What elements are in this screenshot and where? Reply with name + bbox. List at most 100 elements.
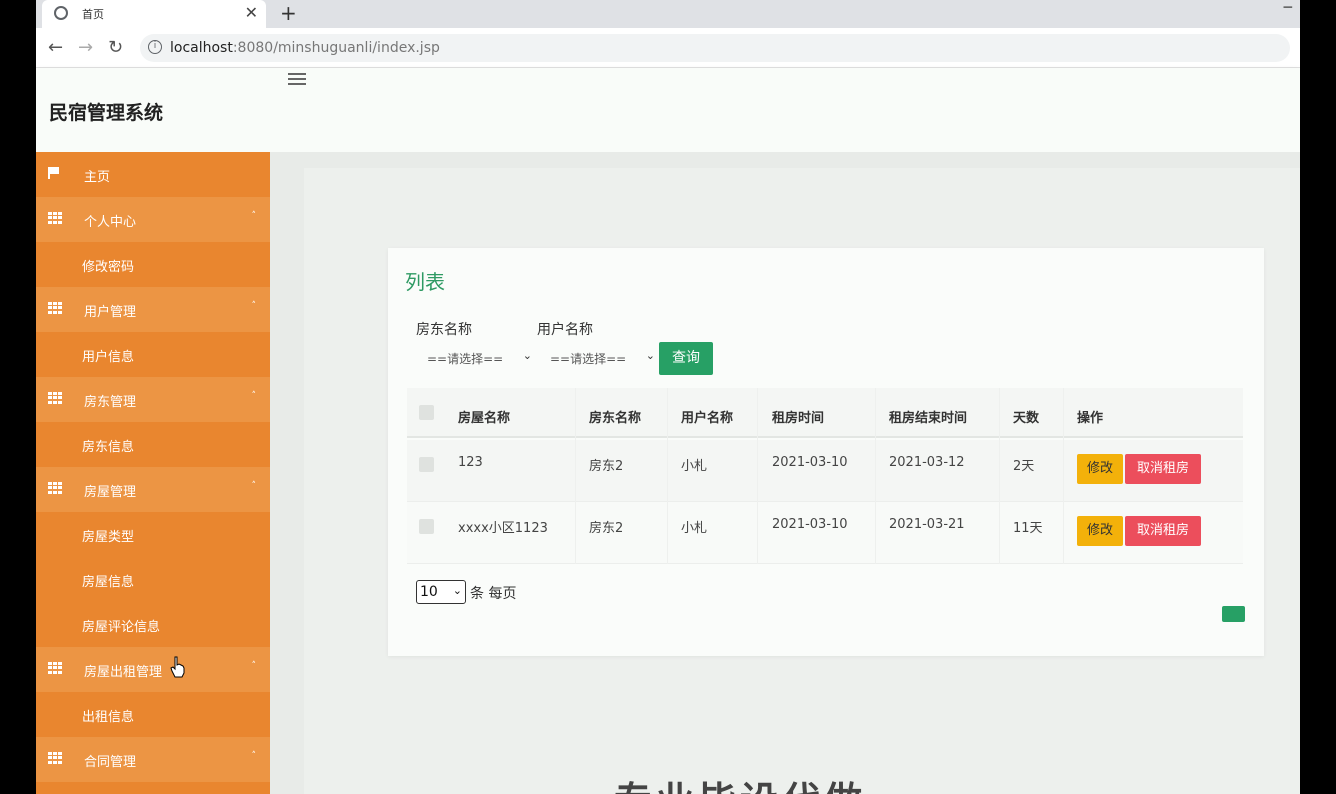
column-divider bbox=[875, 388, 876, 564]
sidebar-subitem[interactable]: 用户信息 bbox=[36, 332, 270, 377]
sidebar-group[interactable]: ˄ 合同管理 bbox=[36, 737, 270, 782]
page-size-select[interactable]: 10 ⌄ bbox=[416, 580, 466, 604]
url-text: localhost:8080/minshuguanli/index.jsp bbox=[170, 40, 440, 56]
sidebar-item-label: 房东管理 bbox=[84, 395, 137, 410]
cell-user-name: 小札 bbox=[681, 521, 708, 536]
chevron-up-icon: ˄ bbox=[251, 391, 257, 401]
app-header: 民宿管理系统 bbox=[36, 68, 1300, 152]
watermark-text: 专业毕设代做 bbox=[614, 770, 866, 794]
column-divider bbox=[1063, 388, 1064, 564]
table-header: 房屋名称 房东名称 用户名称 租房时间 租房结束时间 天数 操作 bbox=[407, 388, 1243, 438]
user-select[interactable]: ==请选择== ⌄ bbox=[539, 344, 659, 372]
landlord-filter-label: 房东名称 bbox=[416, 322, 472, 338]
search-button[interactable]: 查询 bbox=[659, 342, 713, 375]
forward-icon[interactable]: → bbox=[78, 37, 93, 58]
cell-landlord-name: 房东2 bbox=[589, 459, 624, 474]
card-title: 列表 bbox=[405, 270, 445, 294]
cancel-rental-button[interactable]: 取消租房 bbox=[1125, 516, 1201, 546]
left-frame bbox=[0, 0, 36, 794]
url-path: :8080/minshuguanli/index.jsp bbox=[232, 40, 440, 56]
sidebar-group[interactable]: ˄ 房屋出租管理 bbox=[36, 647, 270, 692]
browser-tab[interactable]: 首页 ✕ bbox=[42, 0, 266, 28]
cancel-rental-button[interactable]: 取消租房 bbox=[1125, 454, 1201, 484]
right-frame bbox=[1300, 0, 1336, 794]
sidebar-item-label: 房屋评论信息 bbox=[82, 620, 161, 635]
chevron-up-icon: ˄ bbox=[251, 751, 257, 761]
sidebar-group[interactable]: ˄ 房东管理 bbox=[36, 377, 270, 422]
row-checkbox[interactable] bbox=[419, 457, 434, 472]
cell-landlord-name: 房东2 bbox=[589, 521, 624, 536]
sidebar-group[interactable]: ˄ 房屋管理 bbox=[36, 467, 270, 512]
sidebar-item-label: 个人中心 bbox=[84, 215, 137, 230]
sidebar-subitem[interactable]: 修改密码 bbox=[36, 242, 270, 287]
cell-rent-start: 2021-03-10 bbox=[772, 455, 848, 470]
sidebar-item-label: 出租信息 bbox=[82, 710, 135, 725]
header-rent-start: 租房时间 bbox=[772, 411, 825, 426]
sidebar-item-home[interactable]: 主页 bbox=[36, 152, 270, 197]
sidebar: 主页 ˄ 个人中心 修改密码 ˄ 用户管理 用户信息 ˄ 房东管理 房东信息 ˄ 房屋管理 房屋类型 房屋… bbox=[36, 152, 270, 794]
grid-icon bbox=[48, 392, 62, 404]
cell-rent-end: 2021-03-21 bbox=[889, 517, 965, 532]
sidebar-subitem[interactable]: 出租信息 bbox=[36, 692, 270, 737]
column-divider bbox=[757, 388, 758, 564]
tab-strip: 首页 ✕ + ─ bbox=[36, 0, 1300, 28]
header-actions: 操作 bbox=[1077, 411, 1104, 426]
new-tab-button[interactable]: + bbox=[280, 1, 297, 25]
cell-rent-end: 2021-03-12 bbox=[889, 455, 965, 470]
sidebar-subitem[interactable]: 房屋类型 bbox=[36, 512, 270, 557]
hamburger-menu-icon[interactable] bbox=[288, 70, 306, 88]
user-filter-label: 用户名称 bbox=[537, 322, 593, 338]
url-host: localhost bbox=[170, 40, 233, 56]
select-all-checkbox[interactable] bbox=[419, 405, 434, 420]
header-house-name: 房屋名称 bbox=[458, 411, 511, 426]
cell-user-name: 小札 bbox=[681, 459, 708, 474]
table-row: xxxx小区1123 房东2 小札 2021-03-10 2021-03-21 … bbox=[407, 502, 1243, 564]
header-user-name: 用户名称 bbox=[681, 411, 734, 426]
landlord-select[interactable]: ==请选择== ⌄ bbox=[416, 344, 536, 372]
minimize-button[interactable]: ─ bbox=[1284, 0, 1292, 16]
sidebar-subitem[interactable]: 房东信息 bbox=[36, 422, 270, 467]
sidebar-item-label: 房东信息 bbox=[82, 440, 135, 455]
sidebar-item-label: 房屋管理 bbox=[84, 485, 137, 500]
chevron-up-icon: ˄ bbox=[251, 661, 257, 671]
back-icon[interactable]: ← bbox=[48, 37, 63, 58]
browser-window: 首页 ✕ + ─ ← → ↻ i localhost:8080/minshugu… bbox=[36, 0, 1300, 794]
user-select-value: ==请选择== bbox=[550, 352, 627, 366]
header-days: 天数 bbox=[1013, 411, 1040, 426]
cell-rent-start: 2021-03-10 bbox=[772, 517, 848, 532]
chevron-down-icon: ⌄ bbox=[645, 349, 655, 362]
sidebar-item-label: 用户信息 bbox=[82, 350, 135, 365]
cell-house-name: 123 bbox=[458, 455, 483, 470]
sidebar-subitem[interactable]: 房屋信息 bbox=[36, 557, 270, 602]
sidebar-item-label: 房屋出租管理 bbox=[84, 665, 163, 680]
edit-button[interactable]: 修改 bbox=[1077, 454, 1123, 484]
page-size-value: 10 bbox=[420, 584, 438, 600]
grid-icon bbox=[48, 662, 62, 674]
table-row: 123 房东2 小札 2021-03-10 2021-03-12 2天 修改 取… bbox=[407, 440, 1243, 502]
edit-button[interactable]: 修改 bbox=[1077, 516, 1123, 546]
sidebar-item-label: 房屋信息 bbox=[82, 575, 135, 590]
column-divider bbox=[667, 388, 668, 564]
sidebar-item-label: 主页 bbox=[84, 170, 111, 185]
chevron-up-icon: ˄ bbox=[251, 481, 257, 491]
row-checkbox[interactable] bbox=[419, 519, 434, 534]
sidebar-item-label: 房屋类型 bbox=[82, 530, 135, 545]
sidebar-subitem[interactable]: 房屋评论信息 bbox=[36, 602, 270, 647]
info-icon[interactable]: i bbox=[148, 40, 162, 54]
sidebar-group[interactable]: ˄ 个人中心 bbox=[36, 197, 270, 242]
sidebar-item-label: 合同管理 bbox=[84, 755, 137, 770]
close-icon[interactable]: ✕ bbox=[245, 3, 258, 22]
pagination-button[interactable] bbox=[1222, 606, 1245, 622]
page-size-label: 条 每页 bbox=[470, 586, 517, 602]
flag-icon bbox=[48, 167, 60, 179]
sidebar-group[interactable]: ˄ 用户管理 bbox=[36, 287, 270, 332]
chevron-up-icon: ˄ bbox=[251, 301, 257, 311]
address-bar[interactable]: i localhost:8080/minshuguanli/index.jsp bbox=[140, 34, 1290, 62]
cell-days: 11天 bbox=[1013, 521, 1043, 536]
landlord-select-value: ==请选择== bbox=[427, 352, 504, 366]
grid-icon bbox=[48, 212, 62, 224]
reload-icon[interactable]: ↻ bbox=[108, 37, 123, 58]
grid-icon bbox=[48, 302, 62, 314]
header-landlord-name: 房东名称 bbox=[589, 411, 642, 426]
chevron-up-icon: ˄ bbox=[251, 211, 257, 221]
